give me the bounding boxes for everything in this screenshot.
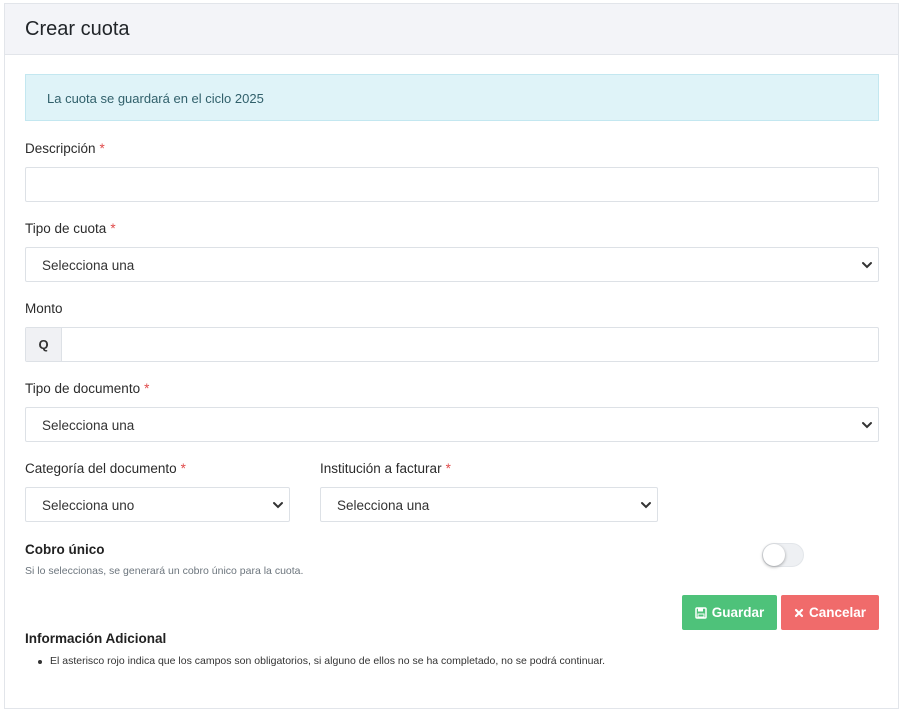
institucion-selected: Selecciona una (337, 498, 430, 513)
tipo-documento-select[interactable]: Selecciona una (25, 407, 879, 442)
categoria-documento-selected: Selecciona uno (42, 498, 135, 513)
toggle-knob (763, 544, 785, 566)
tipo-cuota-selected: Selecciona una (42, 258, 135, 273)
cobro-unico-title: Cobro único (25, 542, 105, 557)
required-mark: * (110, 221, 116, 236)
monto-label: Monto (25, 301, 63, 316)
categoria-documento-label: Categoría del documento * (25, 461, 186, 476)
tipo-cuota-select[interactable]: Selecciona una (25, 247, 879, 282)
info-title: Información Adicional (25, 631, 167, 646)
chevron-down-icon (273, 502, 283, 509)
floppy-disk-icon (694, 606, 707, 619)
save-button[interactable]: Guardar (682, 595, 777, 630)
institucion-select[interactable]: Selecciona una (320, 487, 658, 522)
descripcion-input[interactable] (25, 167, 879, 202)
tipo-documento-label: Tipo de documento * (25, 381, 150, 396)
save-button-label: Guardar (711, 605, 765, 620)
tipo-cuota-label: Tipo de cuota * (25, 221, 116, 236)
alert-text: La cuota se guardará en el ciclo 2025 (47, 91, 264, 106)
currency-prefix: Q (26, 328, 62, 361)
categoria-documento-select[interactable]: Selecciona uno (25, 487, 290, 522)
x-icon (794, 608, 804, 617)
cancel-button[interactable]: Cancelar (781, 595, 879, 630)
tipo-documento-selected: Selecciona una (42, 418, 135, 433)
required-mark: * (144, 381, 150, 396)
info-list-item: El asterisco rojo indica que los campos … (37, 655, 606, 667)
chevron-down-icon (862, 262, 872, 269)
cobro-unico-toggle[interactable] (762, 543, 804, 567)
card-header: Crear cuota (5, 4, 898, 55)
page-title: Crear cuota (25, 18, 130, 40)
monto-input-group[interactable]: Q (25, 327, 879, 362)
cobro-unico-help: Si lo seleccionas, se generará un cobro … (25, 565, 304, 577)
create-fee-card: Crear cuota La cuota se guardará en el c… (4, 3, 899, 709)
chevron-down-icon (862, 422, 872, 429)
required-mark: * (99, 141, 105, 156)
institucion-label: Institución a facturar * (320, 461, 451, 476)
cancel-button-label: Cancelar (808, 605, 867, 620)
required-mark: * (445, 461, 451, 476)
chevron-down-icon (641, 502, 651, 509)
required-mark: * (180, 461, 186, 476)
cycle-info-alert: La cuota se guardará en el ciclo 2025 (25, 74, 879, 121)
descripcion-label: Descripción * (25, 141, 105, 156)
